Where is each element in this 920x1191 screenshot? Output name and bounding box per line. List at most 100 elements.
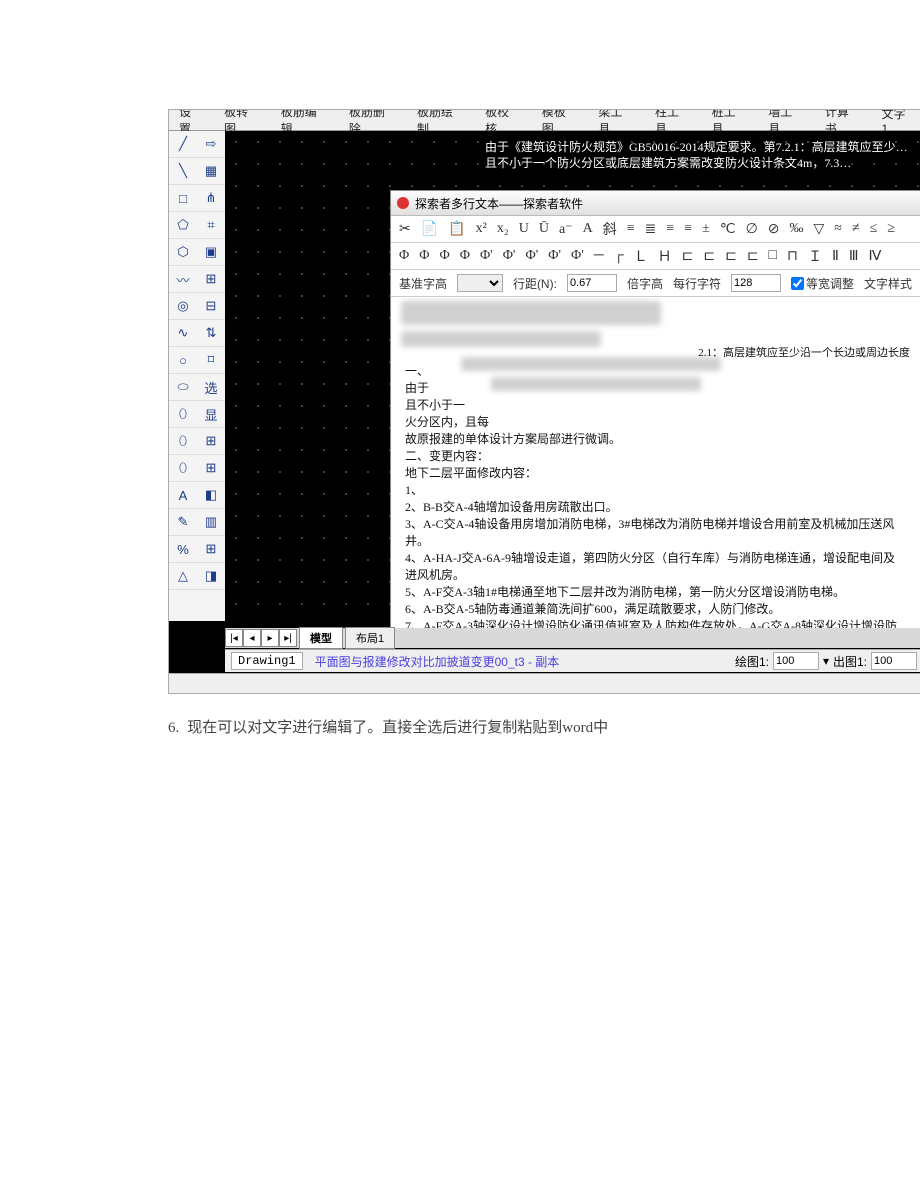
- toolbar-symbol[interactable]: a⁻: [559, 221, 573, 238]
- tab-nav-buttons[interactable]: |◂ ◂ ▸ ▸|: [225, 629, 297, 647]
- toolbar-symbol[interactable]: Φ': [503, 248, 516, 264]
- eqwidth-checkbox[interactable]: [791, 277, 804, 290]
- toolbar-symbol[interactable]: Φ: [419, 248, 429, 264]
- toolbar-symbol[interactable]: Φ: [399, 248, 409, 264]
- tool-button[interactable]: ⊞: [197, 455, 225, 482]
- tool-button[interactable]: ⬠: [169, 212, 197, 239]
- out-input[interactable]: [871, 652, 917, 670]
- toolbar-symbol[interactable]: ─: [594, 248, 604, 264]
- tool-button[interactable]: ⇨: [197, 131, 225, 158]
- editor-body[interactable]: 2.1：高层建筑应至少沿一个长边或周边长度 一、由于且不小于一火分区内，且每故原…: [391, 297, 920, 649]
- toolbar-symbol[interactable]: Φ': [480, 248, 493, 264]
- editor-line[interactable]: 5、A-F交A-3轴1#电梯通至地下二层并改为消防电梯，第一防火分区增设消防电梯…: [405, 584, 906, 601]
- toolbar-symbol[interactable]: x²: [476, 221, 487, 237]
- tool-button[interactable]: ⬯: [169, 455, 197, 482]
- toolbar-symbol[interactable]: ⊏: [682, 248, 694, 265]
- base-height-select[interactable]: [457, 274, 503, 292]
- dropdown-icon[interactable]: ▾: [823, 654, 829, 668]
- editor-toolbar-3[interactable]: 基准字高 行距(N): 倍字高 每行字符 等宽调整 文字样式: [391, 270, 920, 297]
- toolbar-symbol[interactable]: U: [519, 221, 529, 237]
- tool-button[interactable]: ▣: [197, 239, 225, 266]
- toolbar-symbol[interactable]: Φ': [571, 248, 584, 264]
- toolbar-symbol[interactable]: □: [769, 248, 777, 264]
- perline-input[interactable]: [731, 274, 781, 292]
- tab-first-icon[interactable]: |◂: [225, 629, 243, 647]
- toolbar-symbol[interactable]: Ｉ: [808, 246, 822, 266]
- tool-button[interactable]: ∿: [169, 320, 197, 347]
- tool-button[interactable]: ⇅: [197, 320, 225, 347]
- tool-button[interactable]: ⌑: [197, 347, 225, 374]
- toolbar-symbol[interactable]: ┌: [614, 248, 624, 264]
- editor-line[interactable]: 二、变更内容：: [405, 448, 906, 465]
- toolbar-symbol[interactable]: Φ: [439, 248, 449, 264]
- tab-prev-icon[interactable]: ◂: [243, 629, 261, 647]
- toolbar-symbol[interactable]: ⊘: [768, 221, 780, 238]
- toolbar-symbol[interactable]: x₂: [497, 221, 509, 237]
- toolbar-symbol[interactable]: ≡: [684, 221, 692, 237]
- editor-line[interactable]: 火分区内，且每: [405, 414, 906, 431]
- tool-button[interactable]: ╱: [169, 131, 197, 158]
- editor-line[interactable]: 一、: [405, 363, 906, 380]
- toolbar-symbol[interactable]: ⊏: [703, 248, 715, 265]
- tool-button[interactable]: ▥: [197, 509, 225, 536]
- toolbar-symbol[interactable]: ⊓: [787, 248, 798, 265]
- toolbar-symbol[interactable]: Ⅲ: [849, 248, 859, 265]
- tool-button[interactable]: ⬡: [169, 239, 197, 266]
- toolbar-symbol[interactable]: ≣: [645, 221, 657, 238]
- text-style-label[interactable]: 文字样式: [864, 275, 912, 292]
- tool-button[interactable]: ▦: [197, 158, 225, 185]
- editor-titlebar[interactable]: 探索者多行文本——探索者软件: [391, 191, 920, 216]
- tool-button[interactable]: ◧: [197, 482, 225, 509]
- toolbar-symbol[interactable]: ≠: [852, 221, 860, 237]
- tool-button[interactable]: ⊞: [197, 536, 225, 563]
- tool-button[interactable]: ⬯: [169, 401, 197, 428]
- editor-line[interactable]: 地下二层平面修改内容：: [405, 465, 906, 482]
- toolbar-symbol[interactable]: 斜: [603, 219, 617, 239]
- toolbar-symbol[interactable]: Φ': [548, 248, 561, 264]
- drawing-name[interactable]: Drawing1: [231, 652, 303, 670]
- toolbar-symbol[interactable]: A: [583, 221, 593, 237]
- toolbar-symbol[interactable]: Ū: [539, 221, 549, 237]
- toolbar-symbol[interactable]: ≥: [887, 221, 895, 237]
- editor-toolbar-2[interactable]: ΦΦΦΦΦ'Φ'Φ'Φ'Φ'─┌ＬＨ⊏⊏⊏⊏□⊓ＩⅡⅢⅣ: [391, 243, 920, 270]
- editor-line[interactable]: 4、A-HA-J交A-6A-9轴增设走道，第四防火分区（自行车库）与消防电梯连通…: [405, 550, 906, 584]
- tool-button[interactable]: ◨: [197, 563, 225, 590]
- toolbar-symbol[interactable]: ⊏: [747, 248, 759, 265]
- tool-button[interactable]: ⊞: [197, 266, 225, 293]
- toolbar-symbol[interactable]: ≡: [627, 221, 635, 237]
- tool-button[interactable]: ╲: [169, 158, 197, 185]
- toolbar-symbol[interactable]: ⊏: [725, 248, 737, 265]
- toolbar-symbol[interactable]: 📋: [448, 221, 465, 238]
- editor-toolbar-1[interactable]: ✂📄📋x²x₂UŪa⁻A斜≡≣≡≡±℃∅⊘‰▽≈≠≤≥: [391, 216, 920, 243]
- editor-line[interactable]: 由于: [405, 380, 906, 397]
- tool-button[interactable]: ⌗: [197, 212, 225, 239]
- toolbar-symbol[interactable]: ‰: [790, 221, 804, 237]
- toolbar-symbol[interactable]: Φ: [460, 248, 470, 264]
- tool-button[interactable]: ⊟: [197, 293, 225, 320]
- left-toolbar-1[interactable]: ╱╲□⬠⬡〰◎∿○⬭⬯⬯⬯A✎%△: [169, 131, 198, 621]
- editor-line[interactable]: 且不小于一: [405, 397, 906, 414]
- toolbar-symbol[interactable]: Ⅱ: [832, 248, 839, 265]
- tool-button[interactable]: ✎: [169, 509, 197, 536]
- editor-line[interactable]: 3、A-C交A-4轴设备用房增加消防电梯，3#电梯改为消防电梯并增设合用前室及机…: [405, 516, 906, 550]
- tab-next-icon[interactable]: ▸: [261, 629, 279, 647]
- toolbar-symbol[interactable]: ℃: [720, 221, 736, 238]
- tool-button[interactable]: 〰: [169, 266, 197, 293]
- toolbar-symbol[interactable]: ✂: [399, 221, 411, 238]
- tool-button[interactable]: ⋔: [197, 185, 225, 212]
- tab-layout1[interactable]: 布局1: [345, 627, 395, 649]
- tool-button[interactable]: %: [169, 536, 197, 563]
- tab-last-icon[interactable]: ▸|: [279, 629, 297, 647]
- toolbar-symbol[interactable]: ≈: [834, 221, 842, 237]
- toolbar-symbol[interactable]: Ｈ: [658, 246, 672, 266]
- tool-button[interactable]: ⊞: [197, 428, 225, 455]
- tool-button[interactable]: △: [169, 563, 197, 590]
- tool-button[interactable]: 显: [197, 401, 225, 428]
- tool-button[interactable]: ◎: [169, 293, 197, 320]
- toolbar-symbol[interactable]: Ｌ: [634, 246, 648, 266]
- toolbar-symbol[interactable]: Ⅳ: [869, 248, 882, 265]
- model-layout-tabs[interactable]: |◂ ◂ ▸ ▸| 模型 布局1: [225, 628, 920, 648]
- editor-line[interactable]: 2、B-B交A-4轴增加设备用房疏散出口。: [405, 499, 906, 516]
- toolbar-symbol[interactable]: ±: [702, 221, 710, 237]
- scale-input[interactable]: [773, 652, 819, 670]
